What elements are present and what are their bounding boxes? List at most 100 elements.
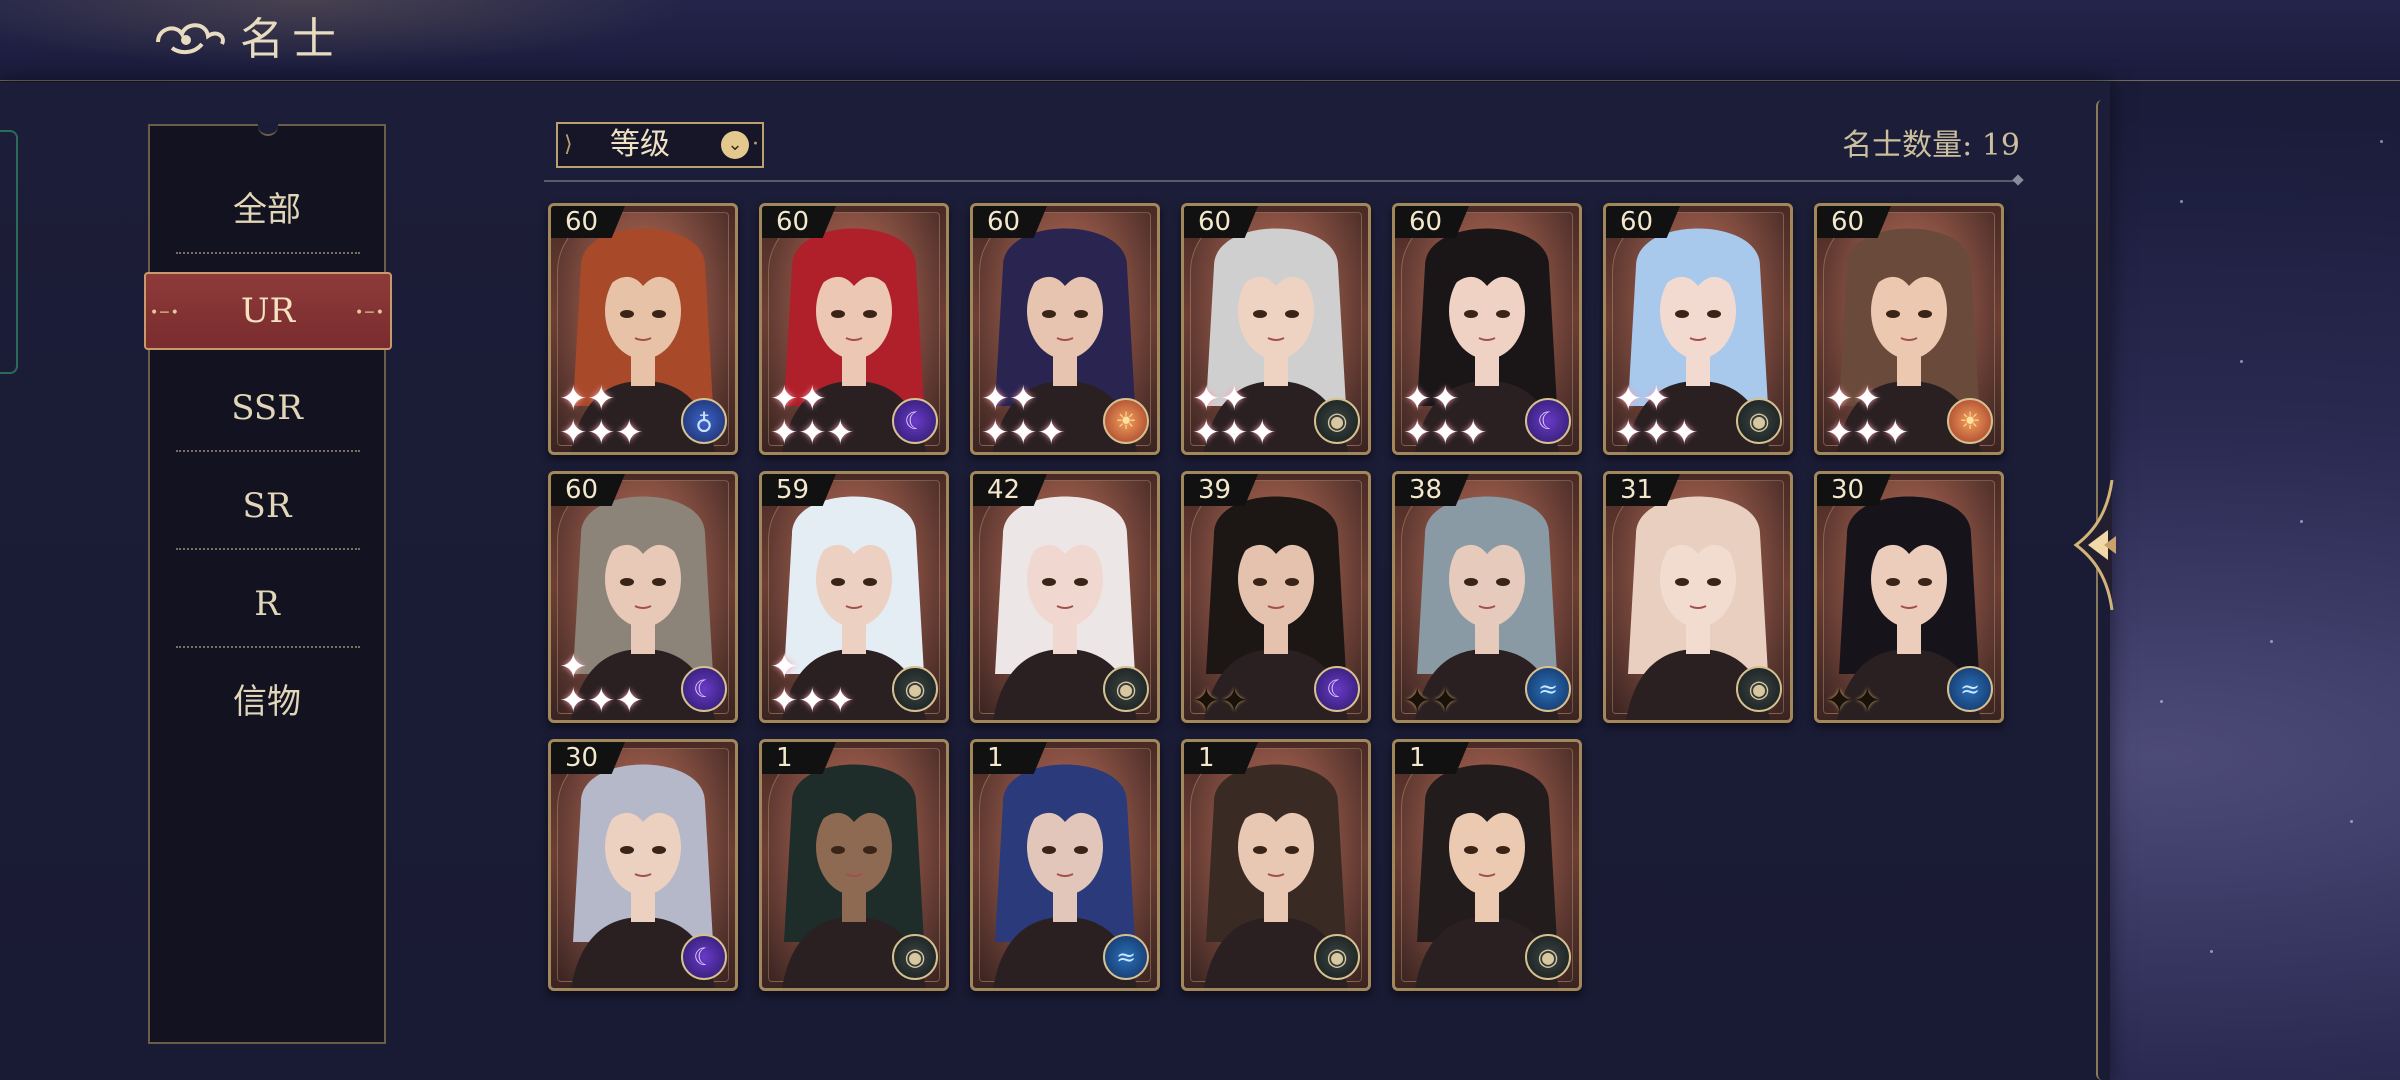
star-rating-icon: ✦	[1192, 681, 1221, 721]
left-dots-ornament: •─•	[150, 305, 181, 321]
star-rating-icon: ✦	[1881, 413, 1910, 453]
star-rating-icon: ✦	[826, 413, 855, 453]
sort-ornament-left: ⟩	[564, 132, 573, 157]
character-card[interactable]: 60 ✦ ✦ ✦ ✦ ✦ ☀	[1814, 203, 2004, 455]
sidebar-notch	[258, 122, 278, 136]
star-rating-icon: ✦	[1192, 379, 1221, 419]
star-rating-icon: ✦	[1009, 413, 1038, 453]
character-card[interactable]: 60 ✦ ✦ ✦ ✦ ✦ ☾	[1392, 203, 1582, 455]
cloud-emblem-icon	[156, 23, 225, 55]
character-card[interactable]: 39 ✦ ✦ ☾	[1181, 471, 1371, 723]
wave-icon: ≈	[1947, 666, 1993, 712]
star-rating-icon: ✦	[615, 681, 644, 721]
collapse-arrow-icon[interactable]	[2068, 480, 2128, 610]
star-rating-icon: ✦	[1670, 413, 1699, 453]
sun-icon: ☀	[1103, 398, 1149, 444]
star-rating-icon: ✦	[559, 413, 588, 453]
star-rating-icon: ✦	[1614, 413, 1643, 453]
eye-icon: ◉	[892, 934, 938, 980]
star-rating-icon: ✦	[1853, 413, 1882, 453]
top-header: 名士	[0, 0, 2400, 81]
star-rating-icon: ✦	[770, 379, 799, 419]
character-grid: 60 ✦ ✦ ✦ ✦ ✦ ♁ 60 ✦ ✦ ✦ ✦ ✦ ☾ 60 ✦ ✦ ✦ ✦ ✦ ☀ 60 ✦ ✦ ✦ ✦ ✦ ◉ 60 ✦ ✦ ✦ ✦ ✦ ☾…	[548, 203, 2008, 1003]
divider	[176, 252, 360, 254]
divider	[176, 646, 360, 648]
star-rating-icon: ✦	[770, 681, 799, 721]
filter-ur-selected[interactable]: •─• UR •─•	[144, 272, 392, 350]
star-rating-icon: ✦	[615, 413, 644, 453]
star-rating-icon: ✦	[1642, 379, 1671, 419]
star-rating-icon: ✦	[587, 379, 616, 419]
grid-header-divider	[544, 180, 2016, 182]
moon-icon: ☾	[892, 398, 938, 444]
filter-ssr[interactable]: SSR	[150, 372, 384, 444]
star-rating-icon: ✦	[1220, 379, 1249, 419]
rarity-filter-sidebar: 全部 SSR SR R 信物	[148, 122, 386, 1044]
character-card[interactable]: 38 ✦ ✦ ≈	[1392, 471, 1582, 723]
divider	[176, 450, 360, 452]
character-card[interactable]: 60 ✦ ✦ ✦ ✦ ✦ ◉	[1181, 203, 1371, 455]
star-rating-icon: ✦	[1853, 379, 1882, 419]
star-rating-icon: ✦	[1431, 681, 1460, 721]
star-rating-icon: ✦	[770, 647, 799, 687]
header-decoration	[0, 0, 760, 80]
character-card[interactable]: 1 ◉	[759, 739, 949, 991]
eye-icon: ◉	[1736, 398, 1782, 444]
character-card[interactable]: 60 ✦ ✦ ✦ ✦ ☾	[548, 471, 738, 723]
character-card[interactable]: 30 ☾	[548, 739, 738, 991]
star-rating-icon: ✦	[1248, 413, 1277, 453]
character-card[interactable]: 60 ✦ ✦ ✦ ✦ ✦ ♁	[548, 203, 738, 455]
moon-icon: ☾	[1314, 666, 1360, 712]
character-card[interactable]: 1 ◉	[1392, 739, 1582, 991]
star-rating-icon: ✦	[1642, 413, 1671, 453]
moon-icon: ☾	[681, 666, 727, 712]
character-card[interactable]: 42 ◉	[970, 471, 1160, 723]
character-card[interactable]: 1 ◉	[1181, 739, 1371, 991]
moon-icon: ☾	[681, 934, 727, 980]
star-rating-icon: ✦	[1825, 413, 1854, 453]
star-rating-icon: ✦	[1192, 413, 1221, 453]
character-card[interactable]: 59 ✦ ✦ ✦ ✦ ◉	[759, 471, 949, 723]
eye-icon: ◉	[1525, 934, 1571, 980]
eye-icon: ◉	[892, 666, 938, 712]
star-rating-icon: ✦	[1403, 379, 1432, 419]
star-rating-icon: ✦	[1037, 413, 1066, 453]
star-rating-icon: ✦	[1403, 413, 1432, 453]
filter-all[interactable]: 全部	[150, 174, 384, 246]
star-rating-icon: ✦	[1431, 379, 1460, 419]
star-rating-icon: ✦	[1403, 681, 1432, 721]
filter-ur-label: UR	[240, 291, 296, 331]
star-rating-icon: ✦	[587, 681, 616, 721]
star-rating-icon: ✦	[587, 413, 616, 453]
page-title: 名士	[240, 14, 344, 65]
eye-icon: ◉	[1103, 666, 1149, 712]
character-card[interactable]: 30 ✦ ✦ ≈	[1814, 471, 2004, 723]
eye-icon: ◉	[1314, 934, 1360, 980]
star-rating-icon: ✦	[559, 647, 588, 687]
filter-r[interactable]: R	[150, 568, 384, 640]
moon-icon: ☾	[1525, 398, 1571, 444]
divider	[176, 548, 360, 550]
sort-ornament-right: ·	[752, 132, 759, 157]
star-rating-icon: ✦	[1853, 681, 1882, 721]
character-card[interactable]: 31 ◉	[1603, 471, 1793, 723]
character-card[interactable]: 60 ✦ ✦ ✦ ✦ ✦ ◉	[1603, 203, 1793, 455]
star-rating-icon: ✦	[1614, 379, 1643, 419]
sort-label: 等级	[610, 127, 670, 162]
star-rating-icon: ✦	[981, 413, 1010, 453]
filter-sr[interactable]: SR	[150, 470, 384, 542]
sort-dropdown[interactable]: ⟩ 等级 ⌄ ·	[556, 122, 764, 168]
star-rating-icon: ✦	[1459, 413, 1488, 453]
character-card[interactable]: 60 ✦ ✦ ✦ ✦ ✦ ☀	[970, 203, 1160, 455]
star-rating-icon: ✦	[1825, 379, 1854, 419]
star-rating-icon: ✦	[798, 681, 827, 721]
chevron-down-icon: ⌄	[721, 131, 749, 159]
planet-icon: ♁	[681, 398, 727, 444]
character-card[interactable]: 60 ✦ ✦ ✦ ✦ ✦ ☾	[759, 203, 949, 455]
wave-icon: ≈	[1103, 934, 1149, 980]
sun-icon: ☀	[1947, 398, 1993, 444]
star-rating-icon: ✦	[981, 379, 1010, 419]
filter-tokens[interactable]: 信物	[150, 666, 384, 738]
character-count: 名士数量: 19	[1842, 128, 2020, 163]
character-card[interactable]: 1 ≈	[970, 739, 1160, 991]
